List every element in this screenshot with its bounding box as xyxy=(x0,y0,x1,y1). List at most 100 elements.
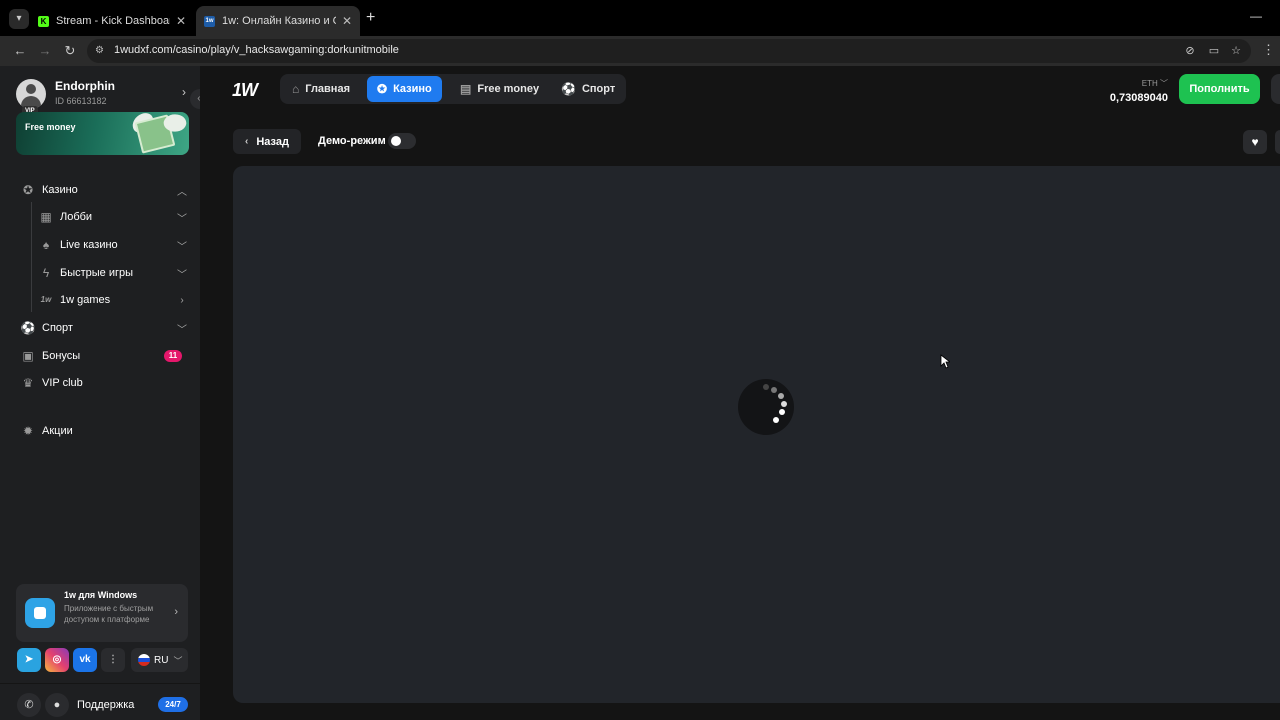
chat-bubble-icon[interactable]: ● xyxy=(45,693,69,717)
more-dots-icon[interactable]: ⋮ xyxy=(101,648,125,672)
divider xyxy=(0,683,200,684)
tab-search-button[interactable]: ▾ xyxy=(9,9,29,29)
sidebar-item-label: VIP club xyxy=(42,377,83,389)
support-hours-badge: 24/7 xyxy=(158,697,188,712)
language-selector[interactable]: RU ﹀ xyxy=(131,648,188,672)
tab-casino[interactable]: ✪ Казино xyxy=(367,76,442,102)
url-text[interactable]: 1wudxf.com/casino/play/v_hacksawgaming:d… xyxy=(114,44,399,56)
1w-favicon-icon: 1w xyxy=(204,15,215,27)
phone-icon[interactable]: ✆ xyxy=(17,693,41,717)
sidebar-item-sport[interactable]: ⚽ Спорт ﹀ xyxy=(20,316,188,340)
chevron-down-icon: ﹀ xyxy=(177,324,187,336)
free-money-banner-label: Free money xyxy=(25,122,76,132)
mouse-cursor-icon xyxy=(940,354,950,369)
browser-menu-icon[interactable]: ⋮ xyxy=(1262,42,1275,58)
sidebar-item-live-casino[interactable]: ♠ Live казино ﹀ xyxy=(38,233,188,257)
sidebar-item-label: Казино xyxy=(42,184,78,196)
sidebar-item-fast-games[interactable]: ϟ Быстрые игры ﹀ xyxy=(38,261,188,285)
tab-label: Главная xyxy=(305,83,350,95)
chevron-right-icon: › xyxy=(180,294,184,306)
percent-icon: ✹ xyxy=(22,424,34,438)
username: Endorphin xyxy=(55,79,115,93)
promo-description: Приложение с быстрым доступом к платформ… xyxy=(64,604,154,624)
sidebar-item-label: Быстрые игры xyxy=(60,267,134,279)
balance-amount: 0,73089040 xyxy=(1109,92,1168,104)
deposit-button[interactable]: Пополнить xyxy=(1179,74,1260,104)
casino-chip-icon: ✪ xyxy=(377,82,388,96)
casino-chip-icon: ✪ xyxy=(22,183,34,197)
1w-logo[interactable]: 1W xyxy=(232,80,258,101)
sidebar-item-lobby[interactable]: ▦ Лобби ﹀ xyxy=(38,205,188,229)
loading-spinner-icon xyxy=(738,379,794,435)
tab-home[interactable]: ⌂ Главная xyxy=(282,76,360,102)
bookmark-star-icon[interactable]: ☆ xyxy=(1229,44,1243,58)
back-arrow-icon[interactable]: ← xyxy=(11,42,29,60)
tab-label: Спорт xyxy=(581,83,616,95)
submenu-guide-line xyxy=(31,202,32,312)
sidebar-item-promotions[interactable]: ✹ Акции xyxy=(20,419,188,443)
promo-title: 1w для Windows xyxy=(64,590,138,600)
gift-icon: ▣ xyxy=(22,349,34,363)
telegram-icon[interactable]: ➤ xyxy=(17,648,41,672)
currency-label: ETH xyxy=(1141,79,1158,88)
sidebar-item-label: Спорт xyxy=(42,322,73,334)
money-icon: ▤ xyxy=(460,82,472,96)
chevron-up-icon: ︿ xyxy=(177,186,187,198)
sidebar-item-label: Лобби xyxy=(60,211,93,223)
soccer-ball-icon: ⚽ xyxy=(561,82,576,96)
eye-off-icon[interactable]: ⊘ xyxy=(1183,44,1197,58)
fullscreen-button[interactable] xyxy=(1275,130,1280,154)
tab-sport[interactable]: ⚽ Спорт xyxy=(551,76,625,102)
minimize-window-icon[interactable]: — xyxy=(1250,10,1262,22)
free-money-banner[interactable]: Free money xyxy=(16,112,189,155)
sidebar-item-vip-club[interactable]: ♛ VIP club xyxy=(20,371,188,395)
chevron-right-icon: › xyxy=(174,606,178,618)
sidebar-item-1w-games[interactable]: 1w 1w games › xyxy=(38,288,188,312)
kick-favicon-icon: K xyxy=(38,15,49,27)
tab-title: Stream - Kick Dashboard xyxy=(56,15,170,27)
chevron-down-icon: ﹀ xyxy=(173,655,183,666)
profile-card[interactable]: VIP Endorphin ID 66613182 › xyxy=(16,76,192,116)
browser-tab-kick[interactable]: K Stream - Kick Dashboard ✕ xyxy=(30,6,194,36)
tab-title: 1w: Онлайн Казино и Ставки н xyxy=(222,15,336,27)
spade-icon: ♠ xyxy=(42,238,50,252)
close-tab-icon[interactable]: ✕ xyxy=(342,14,352,28)
sidebar-item-casino[interactable]: ✪ Казино ︿ xyxy=(20,178,188,202)
site-settings-icon[interactable]: ⚙ xyxy=(95,44,109,58)
windows-app-icon xyxy=(25,598,55,628)
avatar xyxy=(16,79,46,109)
demo-mode-label: Демо-режим xyxy=(318,135,386,147)
tab-label: Free money xyxy=(477,83,540,95)
main-content: 1W ⌂ Главная ✪ Казино ▤ Free money ⚽ Спо… xyxy=(200,66,1280,720)
language-code: RU xyxy=(154,654,169,666)
browser-tab-1win[interactable]: 1w 1w: Онлайн Казино и Ставки н ✕ xyxy=(196,6,360,36)
lightning-icon: ϟ xyxy=(42,266,50,280)
profile-menu-button[interactable] xyxy=(1271,74,1280,104)
balance-widget[interactable]: ETH ﹀ 0,73089040 xyxy=(1106,78,1168,104)
browser-tab-strip: ▾ K Stream - Kick Dashboard ✕ 1w 1w: Онл… xyxy=(0,0,1280,36)
vk-icon[interactable]: vk xyxy=(73,648,97,672)
chevron-down-icon: ﹀ xyxy=(177,269,187,281)
back-label: Назад xyxy=(256,135,289,148)
chevron-left-icon: ‹ xyxy=(245,136,249,147)
demo-mode-toggle[interactable] xyxy=(388,133,416,149)
game-frame[interactable] xyxy=(233,166,1280,703)
install-app-icon[interactable]: ▭ xyxy=(1207,44,1221,58)
back-button[interactable]: ‹ Назад xyxy=(233,129,301,154)
soccer-ball-icon: ⚽ xyxy=(20,321,36,335)
reload-icon[interactable]: ↻ xyxy=(61,42,79,60)
new-tab-plus-icon[interactable]: + xyxy=(366,9,380,27)
support-label[interactable]: Поддержка xyxy=(77,699,134,711)
heart-icon[interactable]: ♥ xyxy=(1243,130,1267,154)
address-bar[interactable]: ⚙ 1wudxf.com/casino/play/v_hacksawgaming… xyxy=(87,39,1251,63)
close-tab-icon[interactable]: ✕ xyxy=(176,14,186,28)
sidebar-item-bonuses[interactable]: ▣ Бонусы 11 xyxy=(20,344,188,368)
forward-arrow-icon[interactable]: → xyxy=(36,42,54,60)
home-icon: ⌂ xyxy=(292,82,300,96)
chevron-right-icon: › xyxy=(182,85,186,99)
instagram-icon[interactable]: ◎ xyxy=(45,648,69,672)
windows-app-promo[interactable]: 1w для Windows Приложение с быстрым дост… xyxy=(16,584,188,642)
sidebar-item-label: 1w games xyxy=(60,294,111,306)
tab-free-money[interactable]: ▤ Free money xyxy=(450,76,549,102)
sidebar-item-label: Live казино xyxy=(60,239,118,251)
